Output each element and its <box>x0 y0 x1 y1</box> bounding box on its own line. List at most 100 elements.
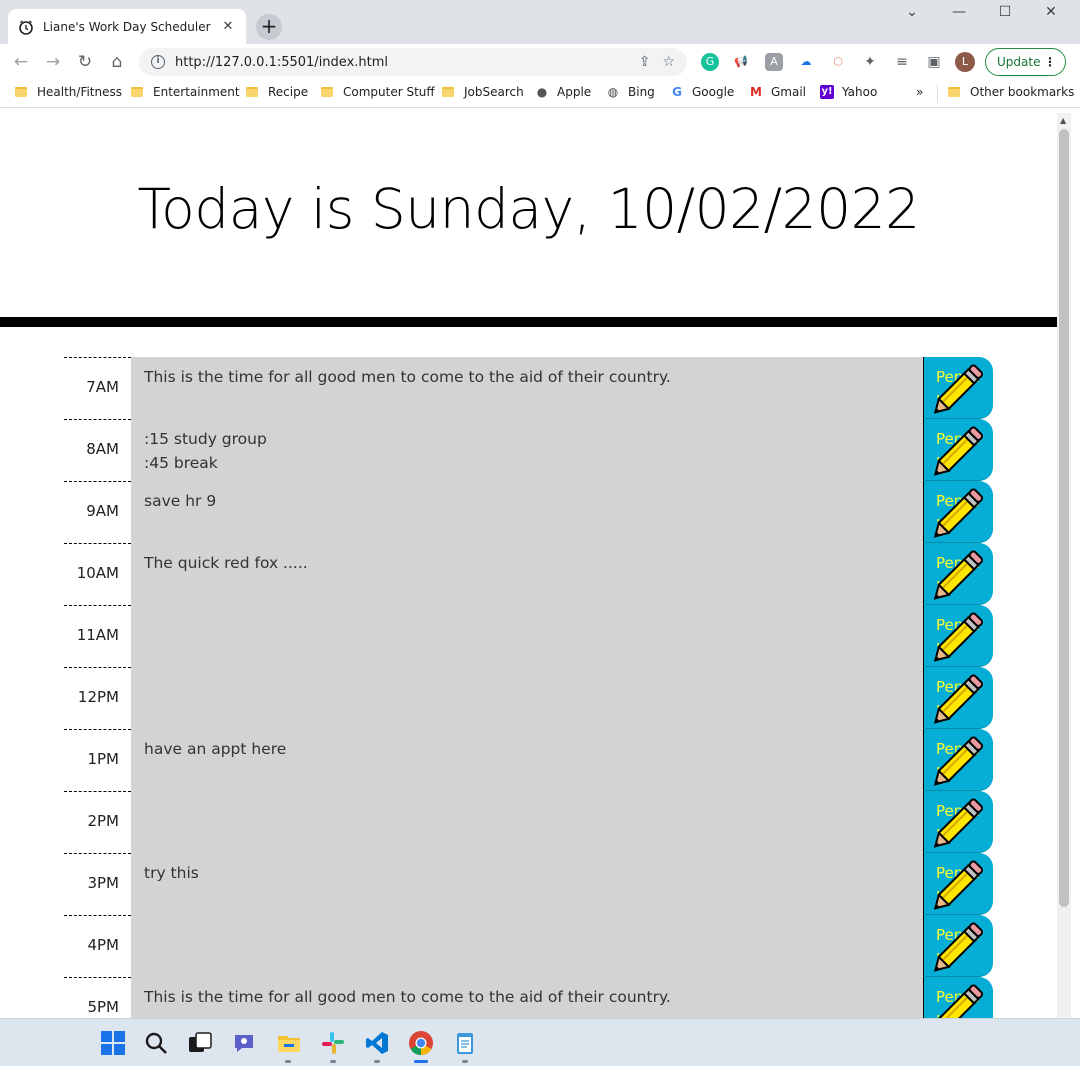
apple-icon: ● <box>536 85 548 99</box>
globe-icon: ◍ <box>607 85 619 99</box>
pencil-in-save-button[interactable]: Pencil In <box>923 543 993 605</box>
bookmark-entertainment[interactable]: Entertainment <box>131 85 240 99</box>
scroll-up-icon[interactable]: ▲ <box>1060 116 1066 125</box>
star-icon[interactable]: ☆ <box>662 54 675 70</box>
pencil-icon <box>933 736 984 786</box>
pencil-icon <box>933 550 984 600</box>
chat-icon[interactable] <box>231 1030 257 1056</box>
taskbar <box>0 1018 1080 1066</box>
bookmark-google[interactable]: G Google <box>670 85 734 99</box>
bookmark-jobsearch[interactable]: JobSearch <box>442 85 524 99</box>
page-viewport: Today is Sunday, 10/02/2022 7AM This is t… <box>0 113 1057 1018</box>
update-label: Update <box>997 55 1041 69</box>
vscode-icon[interactable] <box>364 1030 390 1056</box>
avatar[interactable]: L <box>955 52 975 72</box>
time-block-row: 5PM This is the time for all good men to … <box>64 977 994 1018</box>
reload-icon[interactable]: ↻ <box>73 50 97 74</box>
hour-label: 11AM <box>64 605 131 667</box>
pencil-in-save-button[interactable]: Pencil In <box>923 977 993 1018</box>
bookmarks-overflow-button[interactable]: » <box>916 85 923 99</box>
event-description-textarea[interactable]: This is the time for all good men to com… <box>131 357 923 419</box>
running-indicator <box>414 1060 428 1063</box>
windows-start-icon[interactable] <box>100 1030 126 1056</box>
search-icon[interactable] <box>143 1030 169 1056</box>
notepad-icon[interactable] <box>452 1030 478 1056</box>
hour-label: 2PM <box>64 791 131 853</box>
tab-title: Liane's Work Day Scheduler <box>43 19 211 34</box>
task-view-icon[interactable] <box>187 1030 213 1056</box>
other-bookmarks[interactable]: Other bookmarks <box>948 85 1074 99</box>
hour-label: 1PM <box>64 729 131 791</box>
event-description-textarea[interactable] <box>131 791 923 853</box>
slack-icon[interactable] <box>320 1030 346 1056</box>
browser-tab[interactable]: Liane's Work Day Scheduler ✕ <box>8 9 246 44</box>
scroll-thumb[interactable] <box>1059 129 1069 907</box>
close-tab-icon[interactable]: ✕ <box>220 19 236 34</box>
folder-icon <box>442 87 454 97</box>
header-divider <box>0 317 1057 327</box>
url-text[interactable]: http://127.0.0.1:5501/index.html <box>175 55 639 70</box>
event-description-textarea[interactable]: This is the time for all good men to com… <box>131 977 923 1018</box>
chrome-icon[interactable] <box>408 1030 434 1056</box>
new-tab-button[interactable]: + <box>256 14 282 40</box>
grammarly-icon[interactable]: G <box>701 53 719 71</box>
pencil-in-save-button[interactable]: Pencil In <box>923 915 993 977</box>
bookmark-yahoo[interactable]: y! Yahoo <box>820 85 877 99</box>
record-icon[interactable]: ⬡ <box>829 53 847 71</box>
bookmark-health-fitness[interactable]: Health/Fitness <box>15 85 122 99</box>
clock-icon <box>19 19 33 35</box>
back-icon[interactable]: ← <box>9 50 33 74</box>
pencil-in-save-button[interactable]: Pencil In <box>923 605 993 667</box>
address-bar[interactable]: i http://127.0.0.1:5501/index.html ⇪ ☆ <box>139 48 687 76</box>
bookmark-bing[interactable]: ◍ Bing <box>606 85 655 99</box>
maximize-button[interactable]: ☐ <box>990 4 1020 20</box>
running-indicator <box>330 1060 336 1063</box>
event-description-textarea[interactable] <box>131 605 923 667</box>
gmail-icon: M <box>750 85 762 99</box>
scheduler: 7AM This is the time for all good men to … <box>64 357 994 1018</box>
folder-icon <box>948 87 960 97</box>
time-block-row: 1PMhave an appt herePencil In <box>64 729 994 791</box>
file-explorer-icon[interactable] <box>276 1030 302 1056</box>
puzzle-icon[interactable]: ✦ <box>861 53 879 71</box>
event-description-textarea[interactable]: save hr 9 <box>131 481 923 543</box>
event-description-textarea[interactable]: have an appt here <box>131 729 923 791</box>
cloud-icon[interactable]: ☁ <box>797 53 815 71</box>
event-description-textarea[interactable] <box>131 667 923 729</box>
time-block-row: 8AM:15 study group :45 breakPencil In <box>64 419 994 481</box>
chevron-down-icon[interactable]: ⌄ <box>897 4 927 20</box>
pencil-in-save-button[interactable]: Pencil In <box>923 481 993 543</box>
pencil-in-save-button[interactable]: Pencil In <box>923 357 993 419</box>
folder-icon <box>246 87 258 97</box>
time-block-row: 9AMsave hr 9Pencil In <box>64 481 994 543</box>
pencil-in-save-button[interactable]: Pencil In <box>923 853 993 915</box>
home-icon[interactable]: ⌂ <box>105 50 129 74</box>
info-icon[interactable]: i <box>151 55 165 69</box>
close-window-button[interactable]: ✕ <box>1036 4 1066 20</box>
event-description-textarea[interactable]: The quick red fox ..... <box>131 543 923 605</box>
pencil-icon <box>933 984 984 1018</box>
update-button[interactable]: Update ⋮ <box>985 48 1066 76</box>
event-description-textarea[interactable] <box>131 915 923 977</box>
hour-label: 7AM <box>64 357 131 419</box>
hour-label: 8AM <box>64 419 131 481</box>
forward-icon[interactable]: → <box>41 50 65 74</box>
bookmark-recipe[interactable]: Recipe <box>246 85 308 99</box>
bookmark-gmail[interactable]: M Gmail <box>749 85 806 99</box>
megaphone-icon[interactable]: 📢 <box>732 53 750 71</box>
event-description-textarea[interactable]: try this <box>131 853 923 915</box>
pencil-in-save-button[interactable]: Pencil In <box>923 419 993 481</box>
share-icon[interactable]: ⇪ <box>639 54 651 70</box>
pencil-in-save-button[interactable]: Pencil In <box>923 729 993 791</box>
pdf-icon[interactable]: A <box>765 53 783 71</box>
event-description-textarea[interactable]: :15 study group :45 break <box>131 419 923 481</box>
minimize-button[interactable]: — <box>944 4 974 20</box>
bookmark-computer-stuff[interactable]: Computer Stuff <box>321 85 435 99</box>
page-scrollbar[interactable]: ▲ <box>1057 113 1071 1018</box>
pencil-in-save-button[interactable]: Pencil In <box>923 791 993 853</box>
menu-dots-icon[interactable]: ⋮ <box>1044 49 1056 75</box>
bookmark-apple[interactable]: ● Apple <box>535 85 591 99</box>
pencil-in-save-button[interactable]: Pencil In <box>923 667 993 729</box>
media-icon[interactable]: ≡ <box>893 53 911 71</box>
sidebar-icon[interactable]: ▣ <box>925 53 943 71</box>
